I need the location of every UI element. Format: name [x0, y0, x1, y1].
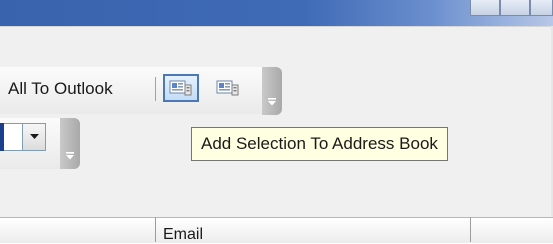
- overflow-chevron-icon: [268, 98, 276, 106]
- window-button[interactable]: [500, 0, 530, 16]
- toolbar-overflow-button[interactable]: [60, 118, 80, 169]
- window-button[interactable]: [530, 0, 553, 16]
- column-header-email[interactable]: Email: [163, 226, 203, 244]
- contact-card-icon: [216, 80, 239, 96]
- combo-field[interactable]: [4, 123, 22, 151]
- chevron-down-icon: [29, 134, 39, 139]
- column-divider[interactable]: [155, 217, 156, 242]
- add-selection-to-address-book-button[interactable]: [163, 74, 199, 102]
- overflow-chevron-icon: [66, 152, 74, 160]
- column-divider[interactable]: [470, 217, 471, 242]
- toolbar-overflow-button[interactable]: [262, 67, 282, 115]
- add-all-to-outlook-button[interactable]: All To Outlook: [8, 79, 113, 99]
- window-button[interactable]: [470, 0, 500, 16]
- address-book-button[interactable]: [212, 74, 248, 102]
- toolbar-separator: [155, 77, 156, 101]
- contact-card-icon: [169, 80, 192, 96]
- tooltip: Add Selection To Address Book: [191, 127, 448, 161]
- combo-dropdown-button[interactable]: [22, 123, 46, 151]
